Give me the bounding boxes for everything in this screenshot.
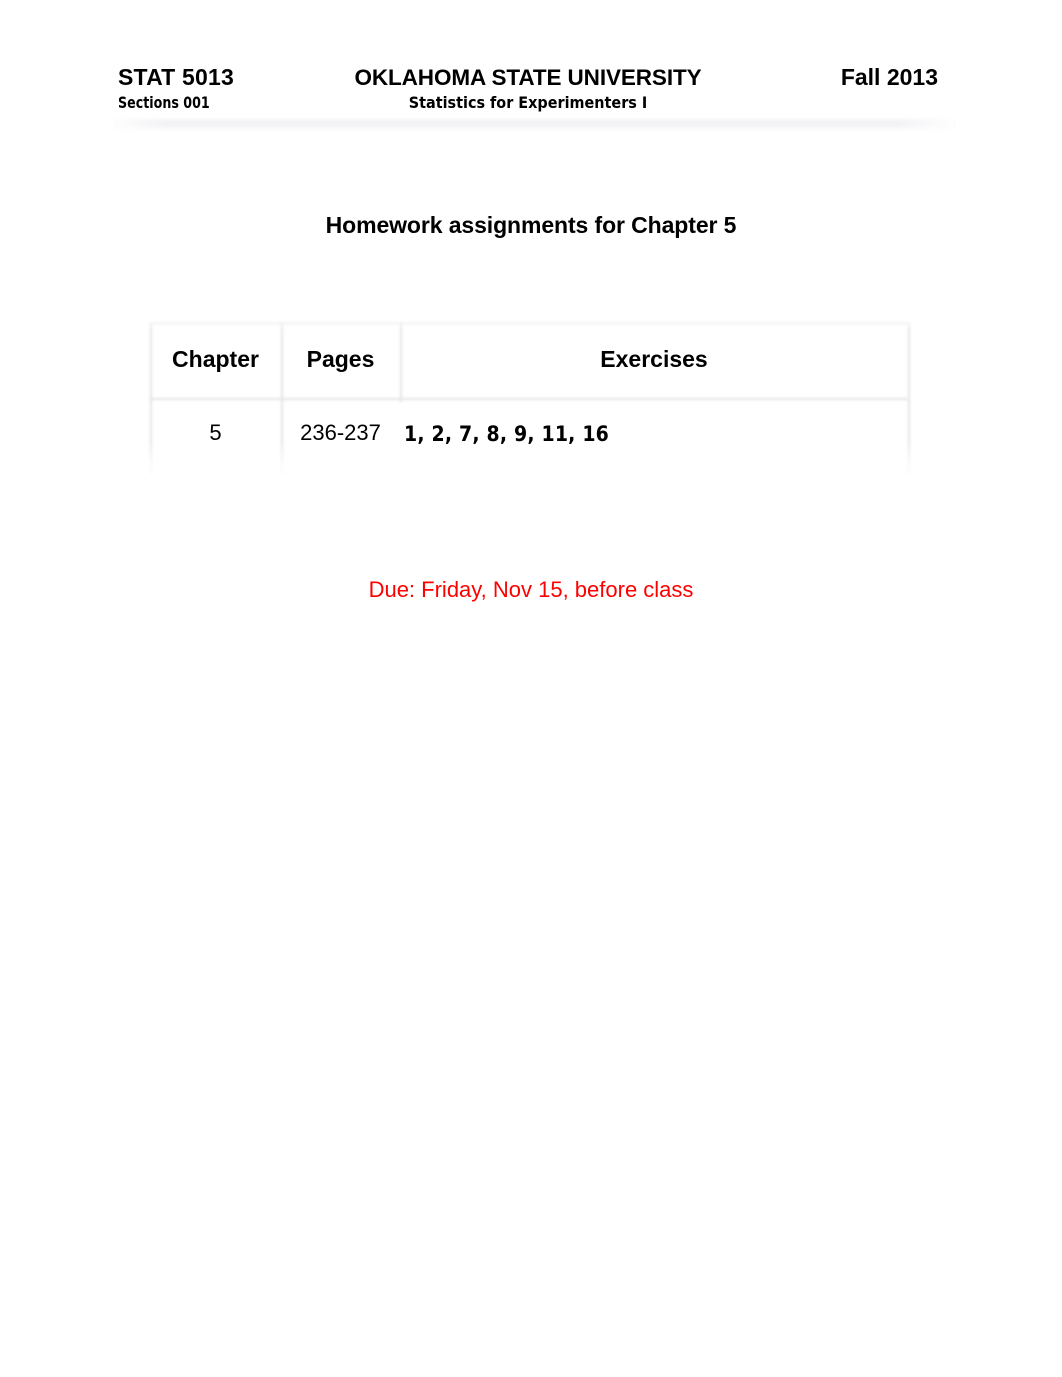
course-title: Statistics for Experimenters I [408,93,648,112]
table-top-fade [144,312,934,330]
term-label: Fall 2013 [840,64,938,90]
column-header-chapter: Chapter [172,346,259,372]
column-header-pages: Pages [306,346,375,372]
cell-pages: 236-237 [300,420,381,445]
cell-chapter: 5 [209,420,222,445]
header-secondary-row: Sections 001 Statistics for Experimenter… [118,93,938,115]
header-divider-fade [116,117,954,131]
table-bottom-fade [144,442,934,488]
table-border-right [908,322,910,475]
document-header: STAT 5013 OKLAHOMA STATE UNIVERSITY Fall… [0,0,1062,135]
university-name: OKLAHOMA STATE UNIVERSITY [354,65,702,90]
page-title: Homework assignments for Chapter 5 [325,212,737,238]
column-header-exercises: Exercises [600,346,708,372]
cell-exercises: 1, 2, 7, 8, 9, 11, 16 [404,422,610,446]
homework-table: Chapter Pages Exercises 5 236-237 1, 2, … [144,312,934,488]
table-border-header-row [150,398,908,400]
due-date-note: Due: Friday, Nov 15, before class [368,577,694,602]
header-primary-row: STAT 5013 OKLAHOMA STATE UNIVERSITY Fall… [118,64,938,94]
table-border-top [150,322,908,324]
